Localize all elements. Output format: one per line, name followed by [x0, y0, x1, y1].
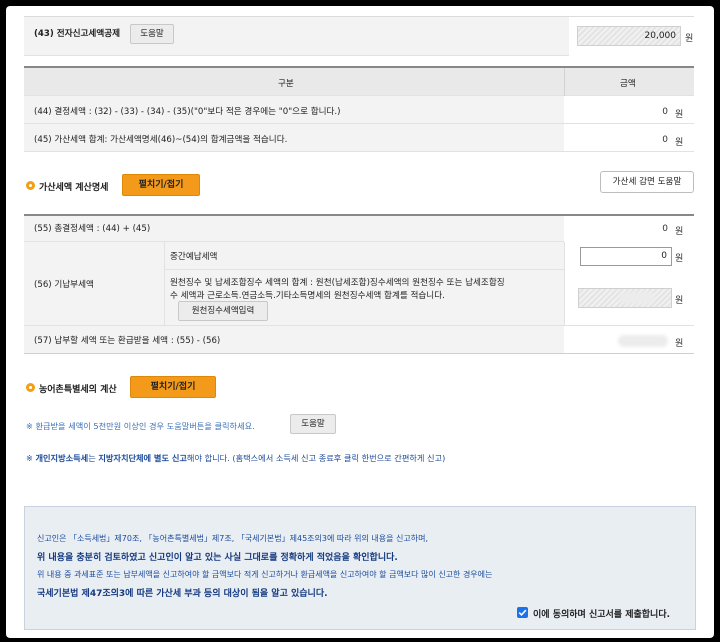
row-44-label: (44) 결정세액 : (32) - (33) - (34) - (35)("0… — [34, 107, 341, 117]
checkmark-icon — [518, 609, 527, 617]
penalty-relief-help-button[interactable]: 가산세 감면 도움말 — [600, 171, 694, 193]
local-tax-note: ※ 개인지방소득세는 지방자치단체에 별도 신고해야 합니다. (홈택스에서 소… — [26, 453, 446, 463]
agree-label: 이에 동의하며 신고서를 제출합니다. — [533, 610, 671, 620]
row-44-value: 0 — [662, 107, 668, 117]
help-button-43[interactable]: 도움말 — [130, 24, 174, 44]
row-57-unit: 원 — [675, 339, 684, 349]
declaration-line3: 위 내용 중 과세표준 또는 납부세액을 신고하여야 할 금액보다 적게 신고하… — [37, 570, 493, 579]
agree-checkbox[interactable] — [517, 607, 528, 618]
row-55-value: 0 — [662, 224, 668, 234]
row-45-unit: 원 — [675, 138, 684, 148]
withholding-amount-field — [578, 288, 672, 308]
header-col-category: 구분 — [278, 79, 294, 89]
row-45-label: (45) 가산세액 합계: 가산세액명세(46)~(54)의 합계금액을 적습니… — [34, 135, 288, 145]
refund-help-button[interactable]: 도움말 — [290, 414, 336, 434]
declaration-box: 신고인은 「소득세법」제70조, 「농어촌특별세법」제7조, 「국세기본법」제4… — [24, 506, 696, 630]
row-56-label: (56) 기납부세액 — [34, 280, 94, 290]
withholding-input-button[interactable]: 원천징수세액입력 — [178, 301, 268, 321]
row-43-amount-field: 20,000 — [577, 26, 681, 46]
row-44-unit: 원 — [675, 110, 684, 120]
row-57-label: (57) 납부할 세액 또는 환급받을 세액 : (55) - (56) — [34, 336, 221, 346]
declaration-line4: 국세기본법 제47조의3에 따른 가산세 부과 등의 대상이 됨을 알고 있습니… — [37, 589, 328, 599]
rural-toggle-button[interactable]: 펼치기/접기 — [130, 376, 216, 398]
section-bullet-icon — [26, 181, 35, 190]
refund-note: ※ 환급받을 세액이 5천만원 이상인 경우 도움말버튼을 클릭하세요. — [26, 421, 255, 431]
section-bullet-icon — [26, 383, 35, 392]
row-43-label: (43) 전자신고세액공제 — [34, 29, 121, 39]
masked-value — [619, 292, 655, 304]
row-43-unit: 원 — [685, 34, 694, 44]
withholding-desc-line2: 수 세액과 근로소득.연금소득.기타소득명세의 원천징수세액 합계를 적습니다. — [170, 291, 445, 301]
row-55-unit: 원 — [675, 227, 684, 237]
interim-tax-label: 중간예납세액 — [170, 252, 218, 262]
interim-tax-unit: 원 — [675, 254, 684, 264]
withholding-unit: 원 — [675, 296, 684, 306]
withholding-desc-line1: 원천징수 및 납세조합징수 세액의 합계 : 원천(납세조합)징수세액의 원천징… — [170, 278, 505, 288]
interim-tax-input[interactable]: 0 — [580, 247, 672, 266]
header-col-amount: 금액 — [620, 79, 636, 89]
row-55-label: (55) 총결정세액 : (44) + (45) — [34, 224, 151, 234]
row-57-masked-value — [618, 335, 668, 347]
row-43-value: 20,000 — [644, 31, 677, 41]
declaration-line1: 신고인은 「소득세법」제70조, 「농어촌특별세법」제7조, 「국세기본법」제4… — [37, 534, 429, 543]
penalty-section-title: 가산세액 계산명세 — [39, 183, 109, 193]
tax-form-frame: (43) 전자신고세액공제 도움말 20,000 원 구분 금액 (44) 결정… — [6, 6, 714, 638]
penalty-toggle-button[interactable]: 펼치기/접기 — [122, 174, 200, 196]
rural-section-title: 농어촌특별세의 계산 — [39, 385, 117, 395]
declaration-line2: 위 내용을 충분히 검토하였고 신고인이 알고 있는 사실 그대로를 정확하게 … — [37, 553, 398, 563]
row-45-value: 0 — [662, 135, 668, 145]
table-header — [24, 66, 694, 96]
